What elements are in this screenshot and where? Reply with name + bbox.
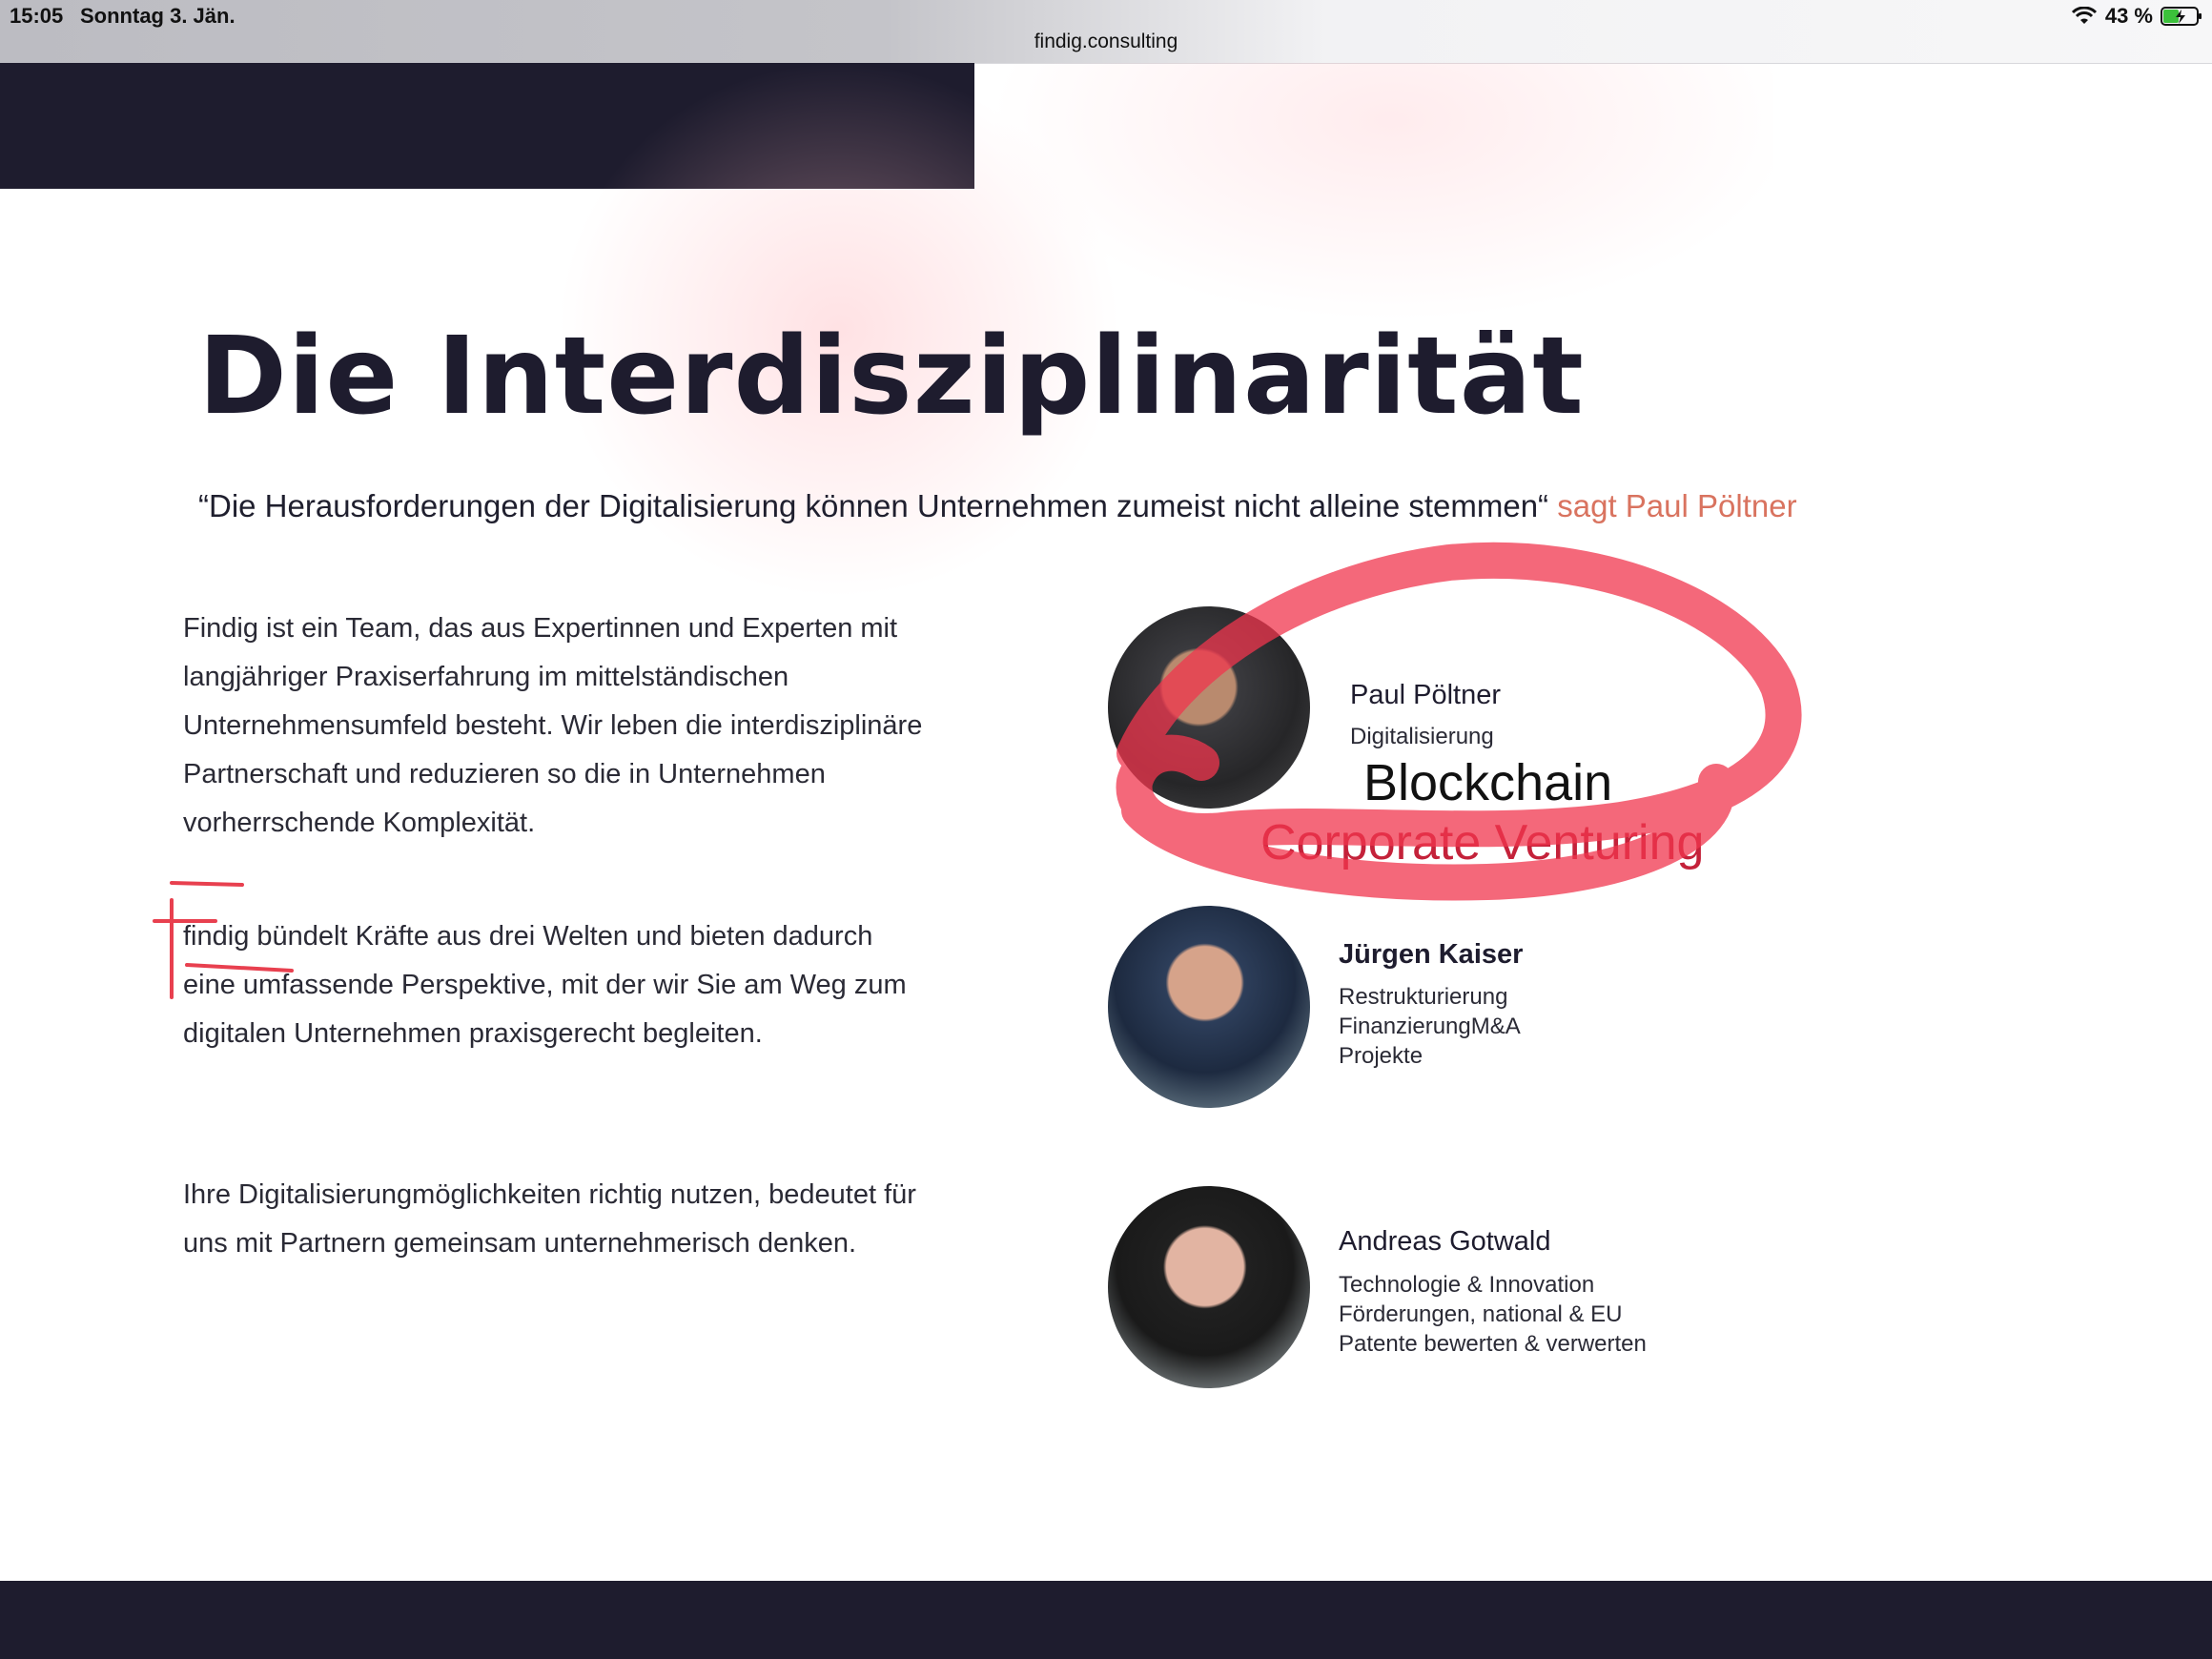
handwritten-extra-role: Corporate Venturing (1260, 815, 1705, 870)
ios-status-bar: 15:05 Sonntag 3. Jän. findig.consulting … (0, 0, 2212, 64)
member-role: Patente bewerten & verwerten (1339, 1331, 1647, 1357)
battery-charging-icon (2161, 7, 2202, 26)
wifi-icon (2071, 7, 2097, 24)
member-role: Restrukturierung (1339, 984, 1508, 1010)
member-role: Technologie & Innovation (1339, 1272, 1595, 1298)
quote-text: “Die Herausforderungen der Digitalisieru… (198, 488, 1549, 523)
avatar-andreas-gotwald (1108, 1186, 1310, 1388)
member-role: FinanzierungM&A (1339, 1014, 1521, 1039)
footer-bar (0, 1581, 2212, 1659)
status-time: 15:05 (10, 4, 64, 28)
status-date: Sonntag 3. Jän. (80, 4, 236, 28)
page-title: Die Interdisziplinarität (198, 315, 1585, 439)
avatar-paul-poeltner (1108, 606, 1310, 809)
quote: “Die Herausforderungen der Digitalisieru… (198, 488, 1797, 524)
member-name: Paul Pöltner (1350, 680, 1501, 710)
member-name: Andreas Gotwald (1339, 1226, 1551, 1257)
status-indicators: 43 % (2071, 4, 2202, 29)
three-worlds-paragraph: findig bündelt Kräfte aus drei Welten un… (183, 921, 907, 1049)
member-role: Digitalisierung (1350, 724, 1494, 749)
avatar-juergen-kaiser (1108, 906, 1310, 1108)
battery-percent: 43 % (2104, 4, 2153, 28)
quote-attribution: sagt Paul Pöltner (1557, 488, 1797, 523)
member-role: Projekte (1339, 1043, 1423, 1069)
header-banner (0, 63, 974, 189)
member-name: Jürgen Kaiser (1339, 939, 1524, 970)
address-bar-url[interactable]: findig.consulting (0, 31, 2212, 53)
member-roles: Technologie & Innovation Förderungen, na… (1339, 1270, 1647, 1359)
partner-paragraph: Ihre Digitalisierungmöglichkeiten richti… (183, 1179, 916, 1259)
member-role: Förderungen, national & EU (1339, 1301, 1623, 1327)
background-glow (57, 63, 1773, 1016)
member-roles: Restrukturierung FinanzierungM&A Projekt… (1339, 982, 1521, 1071)
intro-paragraph: Findig ist ein Team, das aus Expertinnen… (183, 613, 923, 838)
handwritten-extra-role: Blockchain (1363, 754, 1613, 811)
